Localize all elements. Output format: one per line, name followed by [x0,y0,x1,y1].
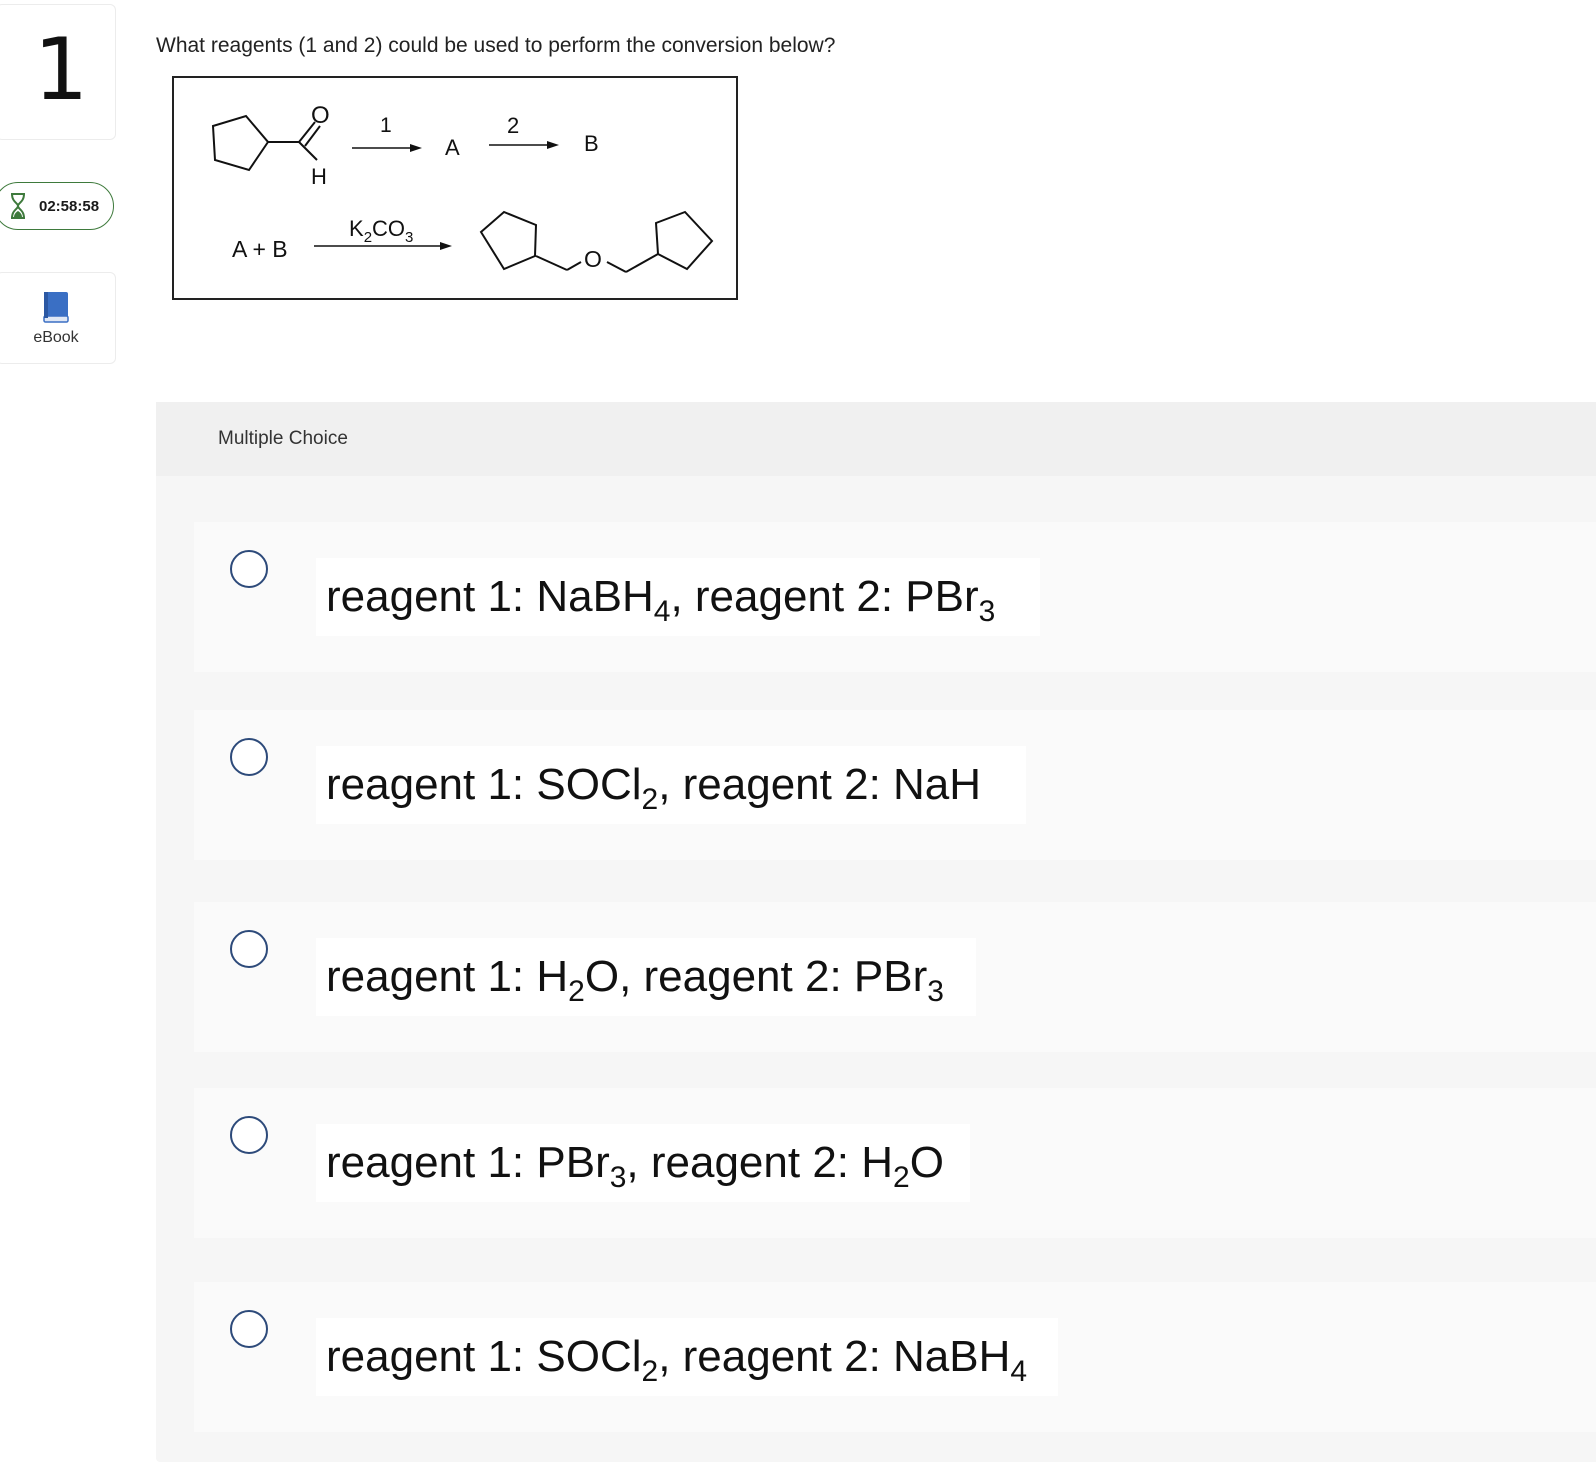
multiple-choice-label: Multiple Choice [218,428,348,449]
intermediate-b: B [584,131,599,156]
choice-label-box: reagent 1: H2O, reagent 2: PBr3 [316,938,976,1016]
choice-label-box: reagent 1: SOCl2, reagent 2: NaH [316,746,1026,824]
reagent-label: K2CO3 [349,216,413,246]
aldehyde-hydrogen: H [311,164,327,189]
choice-option[interactable]: reagent 1: SOCl2, reagent 2: NaH [194,710,1596,860]
step-1-label: 1 [380,114,392,137]
carbonyl-bond-double [304,125,321,147]
hourglass-icon [11,193,25,219]
radio-button[interactable] [230,550,268,588]
reaction-scheme-drawing: O H 1 A 2 B A + B K2CO3 O [211,102,714,273]
choice-label: reagent 1: SOCl2, reagent 2: NaH [326,760,982,816]
choice-label: reagent 1: H2O, reagent 2: PBr3 [326,952,944,1008]
reactants-label: A + B [232,236,288,262]
bond [566,261,582,271]
radio-button[interactable] [230,738,268,776]
timer-value: 02:58:58 [39,197,100,215]
question-number-card: 1 [0,4,116,140]
multiple-choice-header: Multiple Choice [156,402,1596,476]
choice-option[interactable]: reagent 1: SOCl2, reagent 2: NaBH4 [194,1282,1596,1432]
choice-label: reagent 1: PBr3, reagent 2: H2O [326,1138,944,1194]
cyclopentane-ring-left [479,210,538,271]
cyclopentane-ring-right [654,210,714,271]
choice-option[interactable]: reagent 1: PBr3, reagent 2: H2O [194,1088,1596,1238]
question-number: 1 [33,20,89,120]
reaction-scheme: O H 1 A 2 B A + B K2CO3 O [172,76,738,300]
step-2-label: 2 [507,113,519,138]
book-icon [43,292,69,323]
bond [625,253,659,273]
radio-button[interactable] [230,1116,268,1154]
radio-button[interactable] [230,1310,268,1348]
choice-label: reagent 1: SOCl2, reagent 2: NaBH4 [326,1332,1028,1388]
timer: 02:58:58 [0,182,114,230]
ebook-button[interactable]: eBook [0,272,116,364]
choice-option[interactable]: reagent 1: H2O, reagent 2: PBr3 [194,902,1596,1052]
choice-label: reagent 1: NaBH4, reagent 2: PBr3 [326,572,996,628]
cyclopentane-ring [211,114,270,172]
choice-label-box: reagent 1: NaBH4, reagent 2: PBr3 [316,558,1040,636]
ether-oxygen: O [584,246,602,272]
intermediate-a: A [445,135,460,160]
aldehyde-oxygen: O [311,102,330,129]
bond [535,255,568,271]
choice-option[interactable]: reagent 1: NaBH4, reagent 2: PBr3 [194,522,1596,672]
bond [606,261,627,273]
ebook-label: eBook [33,329,79,346]
question-text: What reagents (1 and 2) could be used to… [156,34,836,57]
choice-label-box: reagent 1: SOCl2, reagent 2: NaBH4 [316,1318,1058,1396]
radio-button[interactable] [230,930,268,968]
aldehyde-h-bond [298,141,318,161]
choice-label-box: reagent 1: PBr3, reagent 2: H2O [316,1124,970,1202]
